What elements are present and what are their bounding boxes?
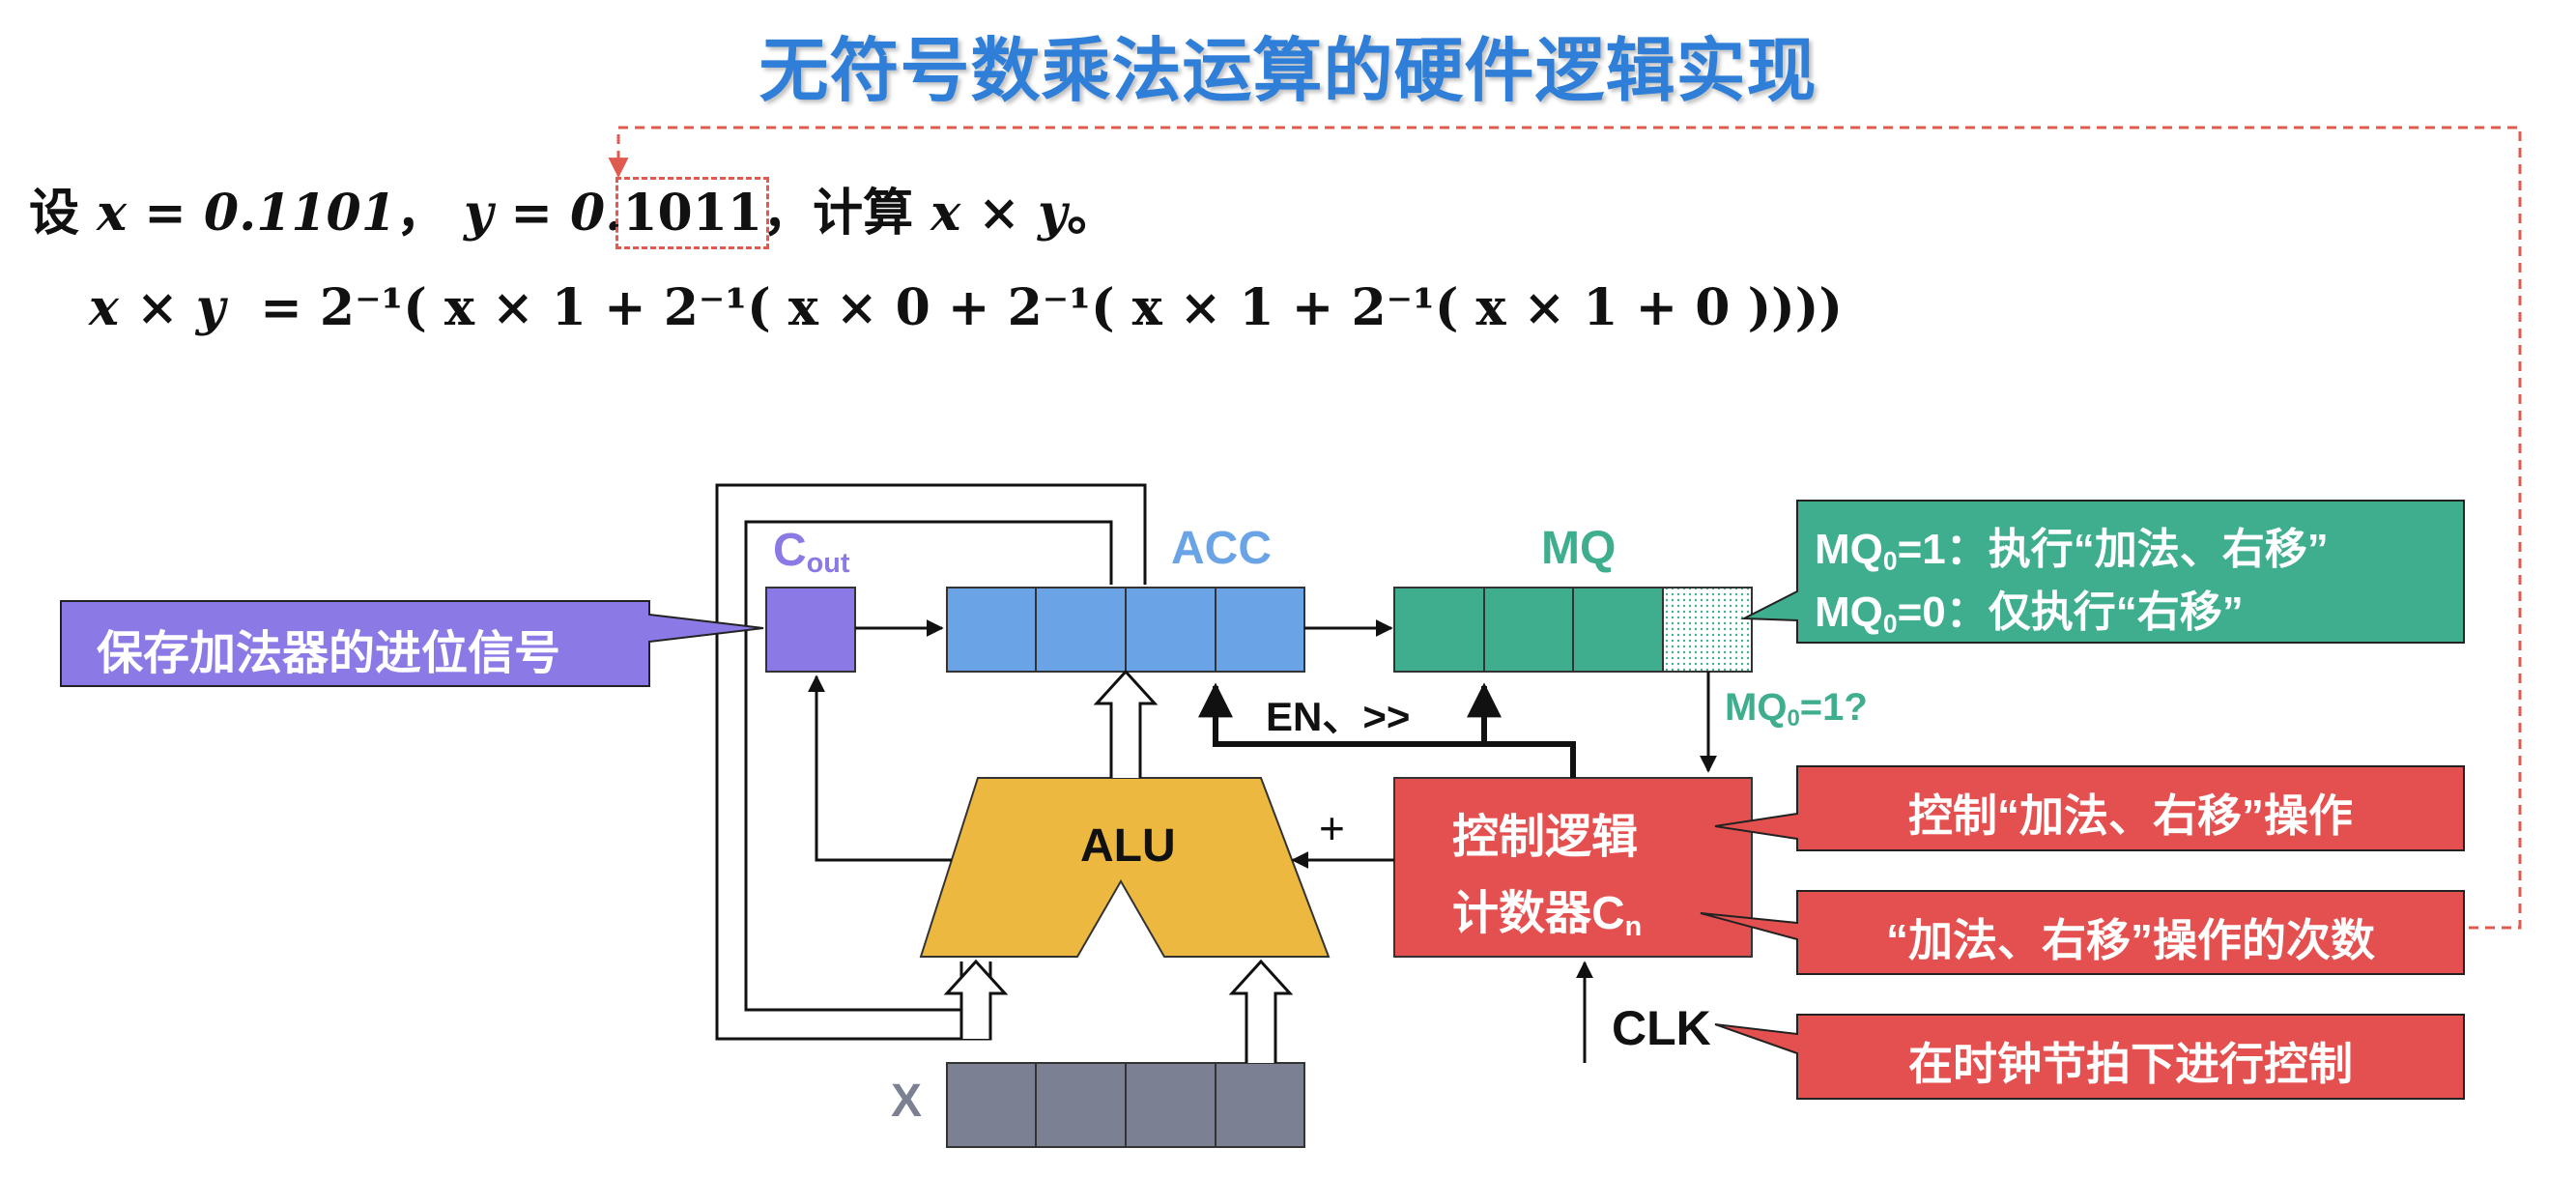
mq0-test-label: MQ0=1? — [1725, 686, 1868, 732]
x-register-label: X — [891, 1076, 923, 1127]
cout-label: Cout — [773, 525, 850, 580]
cout-register — [765, 587, 856, 673]
enable-shift-label: EN、>> — [1266, 694, 1411, 739]
alu-to-acc-arrow — [1093, 669, 1159, 778]
x-register — [946, 1062, 1305, 1148]
control-op-text: 控制“加法、右移”操作 — [1908, 790, 2353, 841]
control-logic-label: 控制逻辑 — [1452, 812, 1639, 863]
carry-callout-text: 保存加法器的进位信号 — [97, 628, 561, 679]
acc-register — [946, 587, 1305, 673]
plus-label: + — [1319, 803, 1345, 853]
alu-carry-to-cout — [808, 675, 952, 862]
count-text: “加法、右移”操作的次数 — [1886, 915, 2375, 965]
clock-text: 在时钟节拍下进行控制 — [1908, 1039, 2353, 1089]
alu-input-arrow-left — [943, 959, 1009, 1039]
counter-label: 计数器Cn — [1452, 888, 1643, 943]
mq-rule2-text: MQ0=0：仅执行“右移” — [1815, 588, 2244, 639]
x-to-alu-arrow — [1228, 959, 1294, 1063]
alu-label: ALU — [1080, 820, 1176, 872]
mq-register — [1393, 587, 1753, 673]
mq-label: MQ — [1541, 523, 1617, 574]
clk-label: CLK — [1612, 1001, 1711, 1055]
acc-label: ACC — [1171, 523, 1272, 574]
mq-rule1-text: MQ0=1：执行“加法、右移” — [1815, 526, 2329, 576]
